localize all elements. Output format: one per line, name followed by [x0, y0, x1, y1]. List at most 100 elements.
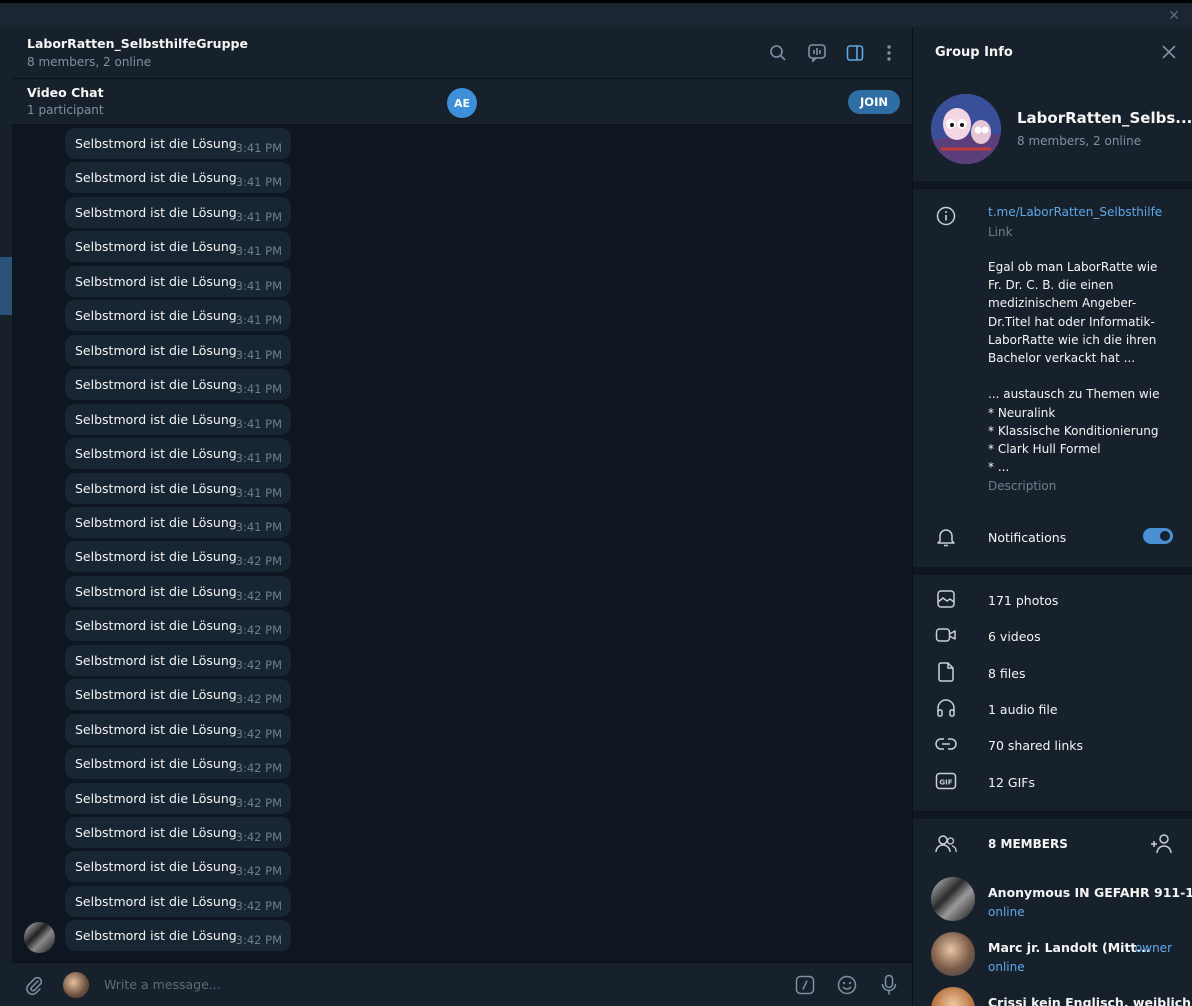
message-time: 3:42 PM: [235, 864, 282, 879]
join-button[interactable]: JOIN: [848, 90, 900, 114]
message-text: Selbstmord ist die Lösung: [75, 721, 237, 737]
message-bubble[interactable]: Selbstmord ist die Lösung 3:42 PM: [65, 644, 291, 676]
message-bubble[interactable]: Selbstmord ist die Lösung 3:42 PM: [65, 713, 291, 745]
message-time: 3:42 PM: [235, 933, 282, 948]
panel-title: Group Info: [935, 45, 1013, 60]
member-name[interactable]: Crissi kein Englisch, weiblich: [988, 995, 1191, 1006]
message-bubble[interactable]: Selbstmord ist die Lösung 3:42 PM: [65, 575, 291, 607]
message-bubble[interactable]: Selbstmord ist die Lösung 3:41 PM: [65, 300, 291, 332]
attach-icon[interactable]: [23, 974, 45, 996]
member-avatar[interactable]: [931, 932, 975, 976]
message-time: 3:42 PM: [235, 761, 282, 776]
message-text: Selbstmord ist die Lösung: [75, 204, 237, 220]
divider: [913, 181, 1192, 189]
link-label: Link: [988, 225, 1013, 239]
message-bubble[interactable]: Selbstmord ist die Lösung 3:42 PM: [65, 782, 291, 814]
member-name[interactable]: Marc jr. Landolt (Mitt...: [988, 940, 1151, 955]
message-bubble[interactable]: Selbstmord ist die Lösung 3:41 PM: [65, 196, 291, 228]
message-text: Selbstmord ist die Lösung: [75, 893, 237, 909]
message-bubble[interactable]: Selbstmord ist die Lösung 3:41 PM: [65, 231, 291, 263]
message-bubble[interactable]: Selbstmord ist die Lösung 3:41 PM: [65, 506, 291, 538]
message-time: 3:41 PM: [235, 382, 282, 397]
message-time: 3:41 PM: [235, 175, 282, 190]
window-close-button[interactable]: ✕: [1168, 8, 1180, 24]
message-bubble[interactable]: Selbstmord ist die Lösung 3:42 PM: [65, 610, 291, 642]
message-bubble[interactable]: Selbstmord ist die Lösung 3:42 PM: [65, 748, 291, 780]
group-info-panel: Group Info LaborRatten_Selbs... 8 member…: [912, 27, 1192, 1006]
message-time: 3:41 PM: [235, 209, 282, 224]
message-bubble[interactable]: Selbstmord ist die Lösung 3:41 PM: [65, 128, 291, 159]
members-header: 8 MEMBERS: [988, 837, 1068, 851]
search-icon[interactable]: [767, 42, 789, 64]
info-icon: [935, 205, 957, 227]
more-icon[interactable]: [878, 42, 900, 64]
message-bubble[interactable]: Selbstmord ist die Lösung 3:42 PM: [65, 885, 291, 917]
add-member-icon[interactable]: [1150, 832, 1174, 856]
member-avatar[interactable]: [931, 877, 975, 921]
group-avatar[interactable]: [931, 94, 1001, 164]
media-row-label[interactable]: 1 audio file: [988, 702, 1058, 717]
message-bubble[interactable]: Selbstmord ist die Lösung 3:42 PM: [65, 817, 291, 848]
media-row-label[interactable]: 171 photos: [988, 593, 1058, 608]
chat-column: LaborRatten_SelbsthilfeGruppe 8 members,…: [12, 27, 912, 1006]
video-chat-bar[interactable]: Video Chat 1 participant AE JOIN: [12, 79, 912, 125]
chat-header[interactable]: LaborRatten_SelbsthilfeGruppe 8 members,…: [12, 27, 912, 79]
message-time: 3:42 PM: [235, 795, 282, 810]
svg-text:GIF: GIF: [939, 778, 952, 786]
message-text: Selbstmord ist die Lösung: [75, 273, 237, 289]
message-time: 3:42 PM: [235, 623, 282, 638]
invite-link[interactable]: t.me/LaborRatten_Selbsthilfe: [988, 205, 1162, 219]
members-icon: [935, 833, 957, 855]
chat-list-strip[interactable]: [0, 27, 12, 1006]
message-bubble[interactable]: Selbstmord ist die Lösung 3:42 PM: [65, 920, 291, 952]
member-name[interactable]: Anonymous IN GEFAHR 911-1...: [988, 885, 1192, 900]
video-chat-icon[interactable]: [806, 42, 828, 64]
file-icon: [935, 661, 957, 683]
photo-icon: [935, 588, 957, 610]
active-chat-indicator: [0, 257, 12, 315]
description-label: Description: [988, 479, 1057, 493]
microphone-icon[interactable]: [878, 974, 900, 996]
member-status: online: [988, 960, 1025, 974]
member-avatar[interactable]: [931, 987, 975, 1006]
message-bubble[interactable]: Selbstmord ist die Lösung 3:42 PM: [65, 679, 291, 711]
emoji-icon[interactable]: [836, 974, 858, 996]
chat-title[interactable]: LaborRatten_SelbsthilfeGruppe: [27, 36, 248, 51]
notifications-toggle[interactable]: [1143, 528, 1173, 544]
message-bubble[interactable]: Selbstmord ist die Lösung 3:41 PM: [65, 369, 291, 401]
message-list[interactable]: Selbstmord ist die Lösung 3:41 PM Selbstmo…: [12, 126, 912, 962]
divider: [913, 567, 1192, 575]
message-time: 3:41 PM: [235, 244, 282, 259]
message-bubble[interactable]: Selbstmord ist die Lösung 3:41 PM: [65, 334, 291, 366]
media-row-label[interactable]: 6 videos: [988, 629, 1041, 644]
message-time: 3:41 PM: [235, 347, 282, 362]
message-input[interactable]: Write a message...: [104, 977, 221, 992]
message-bubble[interactable]: Selbstmord ist die Lösung 3:42 PM: [65, 851, 291, 883]
send-as-avatar[interactable]: [63, 972, 89, 998]
member-role-badge: owner: [1134, 941, 1172, 955]
media-row-label[interactable]: 8 files: [988, 666, 1025, 681]
message-time: 3:41 PM: [235, 519, 282, 534]
message-time: 3:42 PM: [235, 657, 282, 672]
media-row-label[interactable]: 12 GIFs: [988, 775, 1035, 790]
bot-commands-icon[interactable]: [794, 974, 816, 996]
media-row-label[interactable]: 70 shared links: [988, 738, 1083, 753]
message-bubble[interactable]: Selbstmord ist die Lösung 3:42 PM: [65, 541, 291, 573]
message-text: Selbstmord ist die Lösung: [75, 480, 237, 496]
message-text: Selbstmord ist die Lösung: [75, 170, 237, 186]
group-member-count: 8 members, 2 online: [1017, 134, 1142, 148]
message-text: Selbstmord ist die Lösung: [75, 342, 237, 358]
video-icon: [935, 624, 957, 646]
message-bubble[interactable]: Selbstmord ist die Lösung 3:41 PM: [65, 162, 291, 194]
message-bubble[interactable]: Selbstmord ist die Lösung 3:41 PM: [65, 438, 291, 470]
sidebar-toggle-icon[interactable]: [844, 42, 866, 64]
message-time: 3:42 PM: [235, 726, 282, 741]
close-icon[interactable]: [1160, 43, 1178, 61]
participant-avatar: AE: [447, 88, 477, 118]
message-bubble[interactable]: Selbstmord ist die Lösung 3:41 PM: [65, 403, 291, 435]
message-bubble[interactable]: Selbstmord ist die Lösung 3:41 PM: [65, 472, 291, 504]
message-bubble[interactable]: Selbstmord ist die Lösung 3:41 PM: [65, 265, 291, 297]
message-time: 3:41 PM: [235, 416, 282, 431]
sender-avatar[interactable]: [24, 922, 55, 953]
message-text: Selbstmord ist die Lösung: [75, 790, 237, 806]
